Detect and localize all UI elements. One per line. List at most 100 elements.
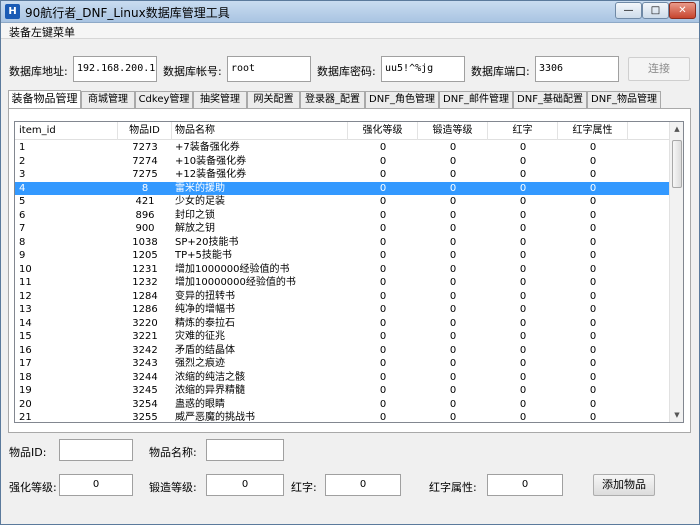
table-row[interactable]: 4 8 雷米的援助 0 0 0 0 (15, 181, 670, 195)
tab-mail[interactable]: DNF_邮件管理 (439, 91, 513, 108)
table-row[interactable]: 14 3220 精炼的泰拉石 0 0 0 0 (15, 317, 670, 331)
table-row[interactable]: 7 900 解放之钥 0 0 0 0 (15, 222, 670, 236)
tab-panel-equipment: item_id 物品ID 物品名称 强化等级 锻造等级 红字 红字属性 1 727… (8, 108, 691, 433)
tab-equipment[interactable]: 装备物品管理 (8, 90, 81, 109)
table-row[interactable]: 15 3221 灾难的征兆 0 0 0 0 (15, 330, 670, 344)
cell-enhance: 0 (379, 304, 387, 315)
cell-forge: 0 (449, 412, 457, 423)
cell-item-id: 8 (19, 236, 26, 248)
forge-label: 锻造等级: (149, 481, 197, 494)
table-row[interactable]: 6 896 封印之锁 0 0 0 0 (15, 209, 670, 223)
table-row[interactable]: 1 7273 +7装备强化券 0 0 0 0 (15, 141, 670, 155)
cell-red-text: 0 (519, 398, 527, 410)
tab-base-config[interactable]: DNF_基础配置 (513, 91, 587, 108)
col-header-red-text-attr[interactable]: 红字属性 (558, 122, 628, 140)
vertical-scrollbar[interactable]: ▲ ▼ (669, 122, 683, 422)
cell-enhance: 0 (379, 142, 387, 153)
table-row[interactable]: 3 7275 +12装备强化券 0 0 0 0 (15, 168, 670, 182)
table-row[interactable]: 19 3245 浓缩的异界精髓 0 0 0 0 (15, 384, 670, 398)
user-input[interactable]: root (227, 56, 311, 82)
cell-forge: 0 (449, 344, 457, 356)
cell-enhance: 0 (379, 155, 387, 167)
cell-item-id: 3 (19, 169, 26, 180)
table-row[interactable]: 20 3254 蛊惑的眼睛 0 0 0 0 (15, 398, 670, 412)
minimize-button[interactable]: — (615, 2, 642, 19)
item-table[interactable]: item_id 物品ID 物品名称 强化等级 锻造等级 红字 红字属性 1 727… (14, 121, 684, 423)
table-header: item_id 物品ID 物品名称 强化等级 锻造等级 红字 红字属性 (15, 122, 670, 140)
cell-forge: 0 (449, 290, 457, 302)
table-row[interactable]: 9 1205 TP+5技能书 0 0 0 0 (15, 249, 670, 263)
cell-enhance: 0 (379, 290, 387, 302)
cell-item-code: 1232 (132, 277, 158, 288)
col-header-item-name[interactable]: 物品名称 (172, 122, 348, 140)
cell-item-id: 7 (19, 223, 26, 234)
red-text-attr-input[interactable]: 0 (487, 474, 563, 496)
enhance-label: 强化等级: (9, 481, 57, 494)
table-row[interactable]: 12 1284 变异的扭转书 0 0 0 0 (15, 290, 670, 304)
cell-red-text: 0 (519, 304, 527, 315)
connect-button[interactable]: 连接 (628, 57, 690, 81)
cell-item-id: 19 (19, 385, 32, 396)
port-input[interactable]: 3306 (535, 56, 619, 82)
col-header-forge[interactable]: 锻造等级 (418, 122, 488, 140)
table-row[interactable]: 11 1232 增加10000000经验值的书 0 0 0 0 (15, 276, 670, 290)
table-row[interactable]: 13 1286 纯净的增幅书 0 0 0 0 (15, 303, 670, 317)
scroll-up-icon[interactable]: ▲ (670, 122, 683, 136)
cell-forge: 0 (449, 236, 457, 248)
scroll-thumb[interactable] (672, 140, 682, 188)
table-row[interactable]: 18 3244 浓缩的纯洁之骸 0 0 0 0 (15, 371, 670, 385)
cell-red-text-attr: 0 (589, 142, 597, 153)
maximize-button[interactable]: □ (642, 2, 669, 19)
col-header-red-text[interactable]: 红字 (488, 122, 558, 140)
forge-input[interactable]: 0 (206, 474, 284, 496)
tab-cdkey[interactable]: Cdkey管理 (135, 91, 193, 108)
cell-item-id: 15 (19, 331, 32, 342)
cell-red-text-attr: 0 (589, 371, 597, 383)
cell-red-text-attr: 0 (589, 412, 597, 423)
title-bar[interactable]: H 90航行者_DNF_Linux数据库管理工具 — □ ✕ (1, 1, 699, 23)
item-name-input[interactable] (206, 439, 284, 461)
cell-enhance: 0 (379, 209, 387, 221)
cell-forge: 0 (449, 182, 457, 194)
tab-roles[interactable]: DNF_角色管理 (365, 91, 439, 108)
close-button[interactable]: ✕ (669, 2, 696, 19)
table-row[interactable]: 10 1231 增加1000000经验值的书 0 0 0 0 (15, 263, 670, 277)
cell-forge: 0 (449, 371, 457, 383)
cell-item-name: +10装备强化券 (175, 155, 247, 167)
add-item-button[interactable]: 添加物品 (593, 474, 655, 496)
window-title: 90航行者_DNF_Linux数据库管理工具 (25, 6, 230, 20)
cell-item-id: 21 (19, 412, 32, 423)
item-id-input[interactable] (59, 439, 133, 461)
cell-red-text-attr: 0 (589, 290, 597, 302)
table-row[interactable]: 5 421 少女的足装 0 0 0 0 (15, 195, 670, 209)
table-row[interactable]: 2 7274 +10装备强化券 0 0 0 0 (15, 155, 670, 169)
password-input[interactable]: uu5!^%jg (381, 56, 465, 82)
tab-lottery[interactable]: 抽奖管理 (193, 91, 247, 108)
cell-red-text: 0 (519, 209, 527, 221)
table-row[interactable]: 8 1038 SP+20技能书 0 0 0 0 (15, 236, 670, 250)
maximize-icon: □ (650, 5, 661, 16)
cell-item-id: 20 (19, 398, 32, 410)
enhance-input[interactable]: 0 (59, 474, 133, 496)
table-row[interactable]: 21 3255 威严恶魔的挑战书 0 0 0 0 (15, 411, 670, 423)
host-input[interactable]: 192.168.200.131 (73, 56, 157, 82)
tab-items[interactable]: DNF_物品管理 (587, 91, 661, 108)
tab-gateway[interactable]: 网关配置 (247, 91, 300, 108)
col-header-item-code[interactable]: 物品ID (118, 122, 172, 140)
minimize-icon: — (623, 5, 634, 16)
tab-launcher[interactable]: 登录器_配置 (300, 91, 365, 108)
red-text-input[interactable]: 0 (325, 474, 401, 496)
red-text-label: 红字: (291, 481, 317, 494)
cell-red-text: 0 (519, 344, 527, 356)
cell-forge: 0 (449, 155, 457, 167)
table-row[interactable]: 17 3243 强烈之痕迹 0 0 0 0 (15, 357, 670, 371)
table-row[interactable]: 16 3242 矛盾的结晶体 0 0 0 0 (15, 344, 670, 358)
cell-red-text: 0 (519, 331, 527, 342)
col-header-enhance[interactable]: 强化等级 (348, 122, 418, 140)
scroll-down-icon[interactable]: ▼ (670, 408, 683, 422)
menu-item-equipment-context[interactable]: 装备左键菜单 (9, 24, 75, 40)
tab-mall[interactable]: 商城管理 (81, 91, 135, 108)
cell-enhance: 0 (379, 358, 387, 369)
cell-enhance: 0 (379, 277, 387, 288)
col-header-item-id[interactable]: item_id (15, 122, 118, 140)
